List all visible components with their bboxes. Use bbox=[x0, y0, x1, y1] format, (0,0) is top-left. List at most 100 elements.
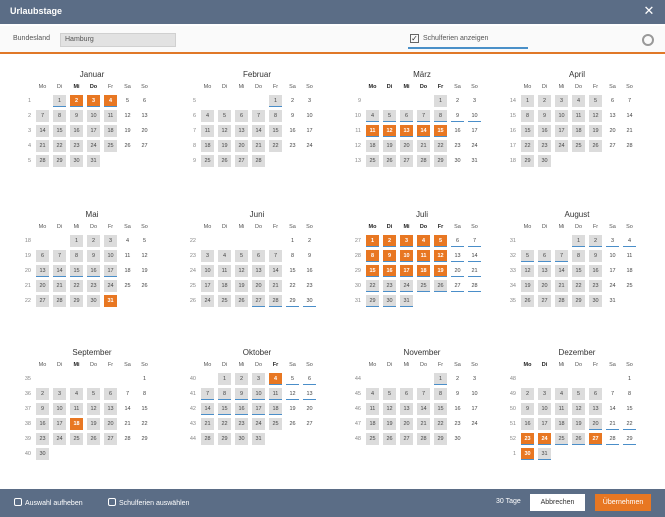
day-cell[interactable]: 15 bbox=[623, 403, 636, 415]
day-cell[interactable]: 28 bbox=[269, 295, 282, 307]
day-cell[interactable]: 5 bbox=[121, 95, 134, 107]
day-cell[interactable]: 5 bbox=[434, 235, 447, 247]
day-cell[interactable]: 11 bbox=[366, 125, 379, 137]
day-cell[interactable]: 6 bbox=[303, 373, 316, 385]
day-cell[interactable]: 6 bbox=[538, 250, 551, 262]
day-cell[interactable]: 16 bbox=[521, 418, 534, 430]
day-cell[interactable]: 17 bbox=[87, 125, 100, 137]
day-cell[interactable]: 18 bbox=[555, 418, 568, 430]
day-cell[interactable]: 22 bbox=[53, 140, 66, 152]
day-cell[interactable]: 23 bbox=[87, 280, 100, 292]
day-cell[interactable]: 29 bbox=[572, 295, 585, 307]
day-cell[interactable]: 23 bbox=[36, 433, 49, 445]
day-cell[interactable]: 29 bbox=[218, 433, 231, 445]
day-cell[interactable]: 21 bbox=[417, 418, 430, 430]
day-cell[interactable]: 19 bbox=[138, 265, 151, 277]
day-cell[interactable]: 3 bbox=[87, 95, 100, 107]
day-cell[interactable]: 26 bbox=[572, 433, 585, 445]
day-cell[interactable]: 30 bbox=[451, 433, 464, 445]
day-cell[interactable]: 8 bbox=[521, 110, 534, 122]
day-cell[interactable]: 20 bbox=[138, 125, 151, 137]
day-cell[interactable]: 24 bbox=[53, 433, 66, 445]
day-cell[interactable]: 14 bbox=[417, 125, 430, 137]
day-cell[interactable]: 19 bbox=[121, 125, 134, 137]
day-cell[interactable]: 2 bbox=[235, 373, 248, 385]
gear-icon[interactable] bbox=[642, 34, 654, 46]
day-cell[interactable]: 23 bbox=[286, 140, 299, 152]
day-cell[interactable]: 21 bbox=[417, 140, 430, 152]
day-cell[interactable]: 28 bbox=[606, 433, 619, 445]
day-cell[interactable]: 10 bbox=[53, 403, 66, 415]
day-cell[interactable]: 13 bbox=[303, 388, 316, 400]
day-cell[interactable]: 10 bbox=[468, 110, 481, 122]
day-cell[interactable]: 20 bbox=[538, 280, 551, 292]
day-cell[interactable]: 21 bbox=[555, 280, 568, 292]
day-cell[interactable]: 23 bbox=[303, 280, 316, 292]
day-cell[interactable]: 20 bbox=[252, 280, 265, 292]
day-cell[interactable]: 15 bbox=[70, 265, 83, 277]
day-cell[interactable]: 22 bbox=[623, 418, 636, 430]
day-cell[interactable]: 24 bbox=[468, 418, 481, 430]
day-cell[interactable]: 24 bbox=[555, 140, 568, 152]
day-cell[interactable]: 28 bbox=[417, 155, 430, 167]
day-cell[interactable]: 3 bbox=[555, 95, 568, 107]
day-cell[interactable]: 16 bbox=[36, 418, 49, 430]
day-cell[interactable]: 25 bbox=[417, 280, 430, 292]
day-cell[interactable]: 15 bbox=[521, 125, 534, 137]
day-cell[interactable]: 7 bbox=[121, 388, 134, 400]
day-cell[interactable]: 19 bbox=[87, 418, 100, 430]
day-cell[interactable]: 6 bbox=[606, 95, 619, 107]
day-cell[interactable]: 16 bbox=[383, 265, 396, 277]
day-cell[interactable]: 23 bbox=[589, 280, 602, 292]
day-cell[interactable]: 13 bbox=[104, 403, 117, 415]
day-cell[interactable]: 16 bbox=[235, 403, 248, 415]
day-cell[interactable]: 7 bbox=[36, 110, 49, 122]
day-cell[interactable]: 23 bbox=[451, 140, 464, 152]
day-cell[interactable]: 15 bbox=[286, 265, 299, 277]
day-cell[interactable]: 18 bbox=[572, 125, 585, 137]
day-cell[interactable]: 28 bbox=[468, 280, 481, 292]
day-cell[interactable]: 14 bbox=[53, 265, 66, 277]
day-cell[interactable]: 20 bbox=[36, 280, 49, 292]
day-cell[interactable]: 30 bbox=[303, 295, 316, 307]
day-cell[interactable]: 29 bbox=[521, 155, 534, 167]
day-cell[interactable]: 5 bbox=[521, 250, 534, 262]
day-cell[interactable]: 10 bbox=[104, 250, 117, 262]
day-cell[interactable]: 26 bbox=[383, 433, 396, 445]
day-cell[interactable]: 18 bbox=[366, 140, 379, 152]
day-cell[interactable]: 2 bbox=[303, 235, 316, 247]
close-icon[interactable]: ✕ bbox=[641, 3, 657, 19]
day-cell[interactable]: 18 bbox=[104, 125, 117, 137]
day-cell[interactable]: 1 bbox=[269, 95, 282, 107]
day-cell[interactable]: 31 bbox=[252, 433, 265, 445]
day-cell[interactable]: 16 bbox=[286, 125, 299, 137]
day-cell[interactable]: 22 bbox=[434, 140, 447, 152]
day-cell[interactable]: 6 bbox=[138, 95, 151, 107]
day-cell[interactable]: 13 bbox=[36, 265, 49, 277]
day-cell[interactable]: 5 bbox=[383, 388, 396, 400]
day-cell[interactable]: 28 bbox=[417, 433, 430, 445]
day-cell[interactable]: 19 bbox=[434, 265, 447, 277]
day-cell[interactable]: 7 bbox=[417, 110, 430, 122]
day-cell[interactable]: 14 bbox=[201, 403, 214, 415]
day-cell[interactable]: 8 bbox=[286, 250, 299, 262]
day-cell[interactable]: 17 bbox=[303, 125, 316, 137]
day-cell[interactable]: 24 bbox=[468, 140, 481, 152]
day-cell[interactable]: 3 bbox=[201, 250, 214, 262]
day-cell[interactable]: 12 bbox=[121, 110, 134, 122]
day-cell[interactable]: 25 bbox=[269, 418, 282, 430]
day-cell[interactable]: 27 bbox=[36, 295, 49, 307]
day-cell[interactable]: 13 bbox=[400, 125, 413, 137]
day-cell[interactable]: 17 bbox=[252, 403, 265, 415]
day-cell[interactable]: 10 bbox=[201, 265, 214, 277]
day-cell[interactable]: 17 bbox=[400, 265, 413, 277]
day-cell[interactable]: 7 bbox=[53, 250, 66, 262]
day-cell[interactable]: 3 bbox=[252, 373, 265, 385]
checkbox-icon[interactable]: ✓ bbox=[410, 34, 419, 43]
day-cell[interactable]: 20 bbox=[451, 265, 464, 277]
day-cell[interactable]: 9 bbox=[235, 388, 248, 400]
day-cell[interactable]: 8 bbox=[218, 388, 231, 400]
day-cell[interactable]: 30 bbox=[36, 448, 49, 460]
day-cell[interactable]: 30 bbox=[521, 448, 534, 460]
day-cell[interactable]: 3 bbox=[53, 388, 66, 400]
